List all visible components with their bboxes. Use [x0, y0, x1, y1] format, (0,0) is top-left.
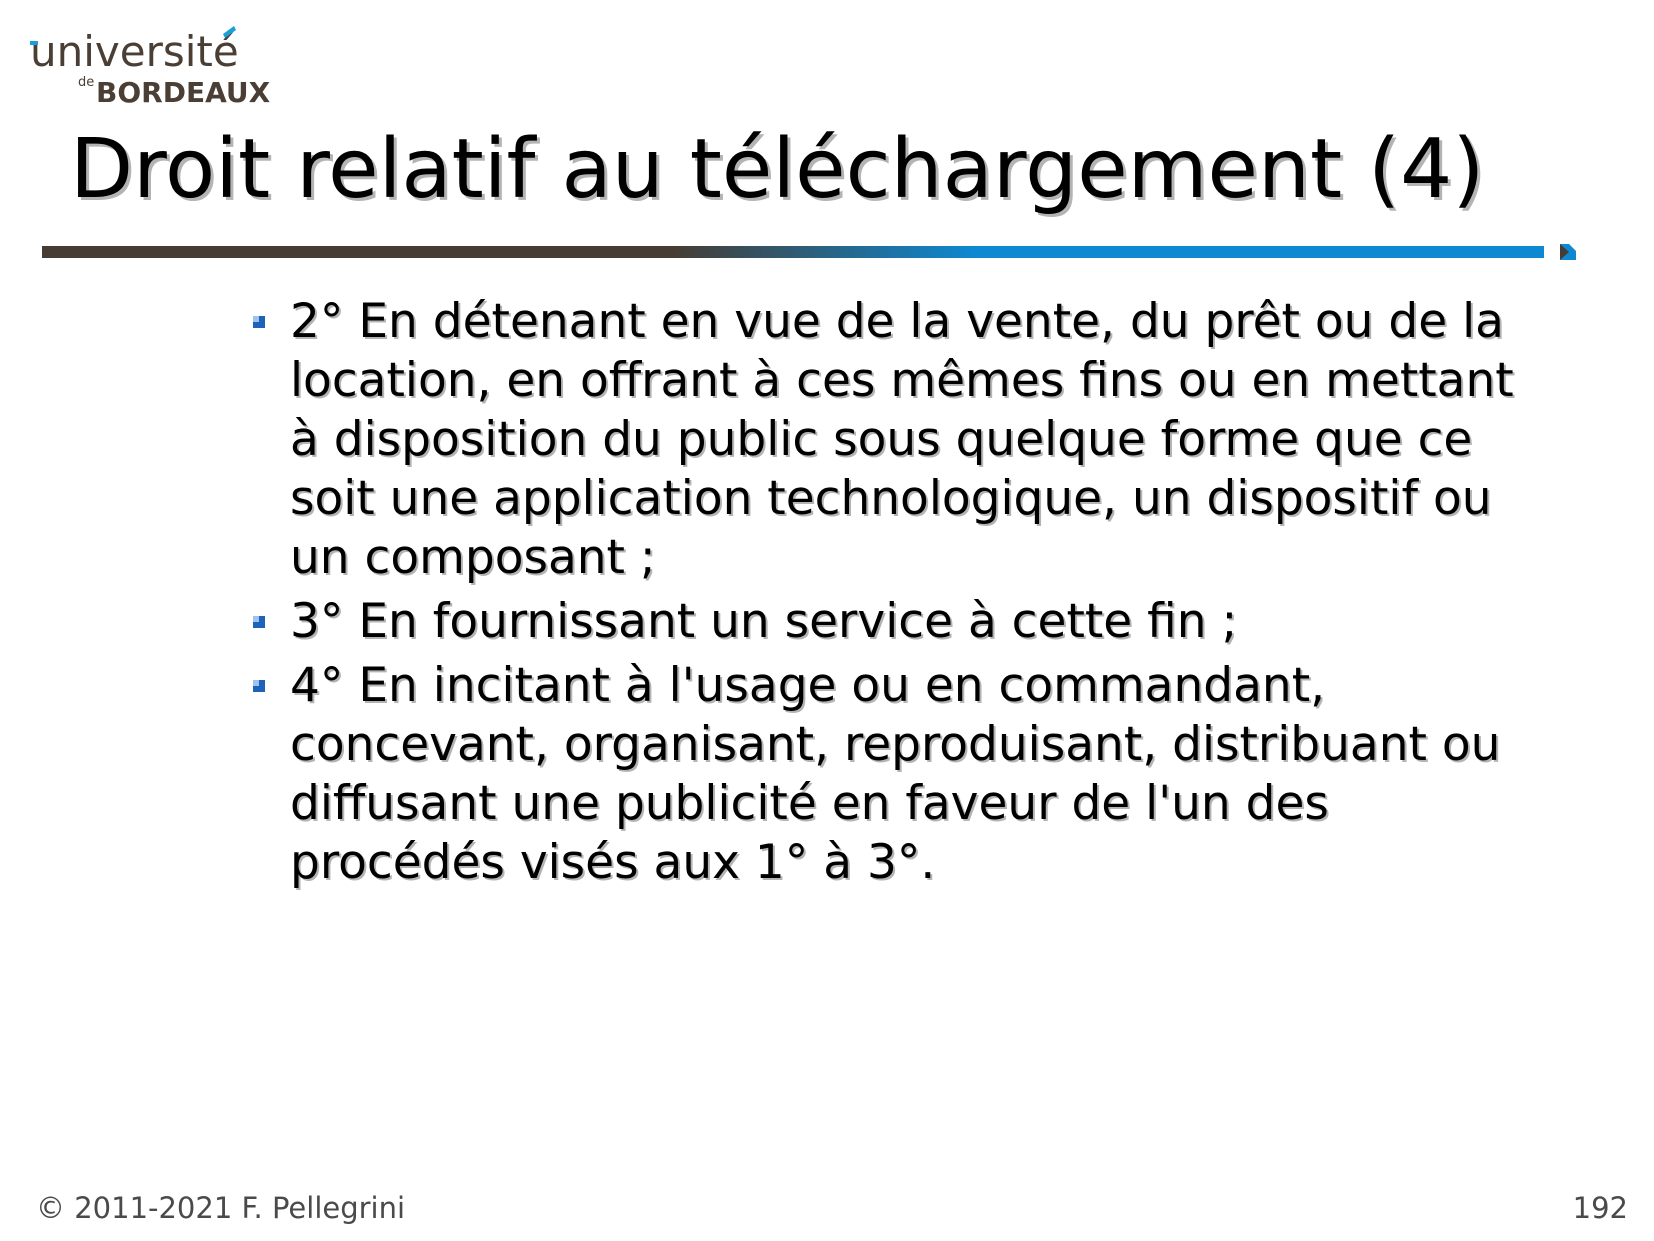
blue-square-bullet-icon — [252, 679, 266, 693]
list-item: 2° En détenant en vue de la vente, du pr… — [248, 292, 1548, 587]
bullet-text: 4° En incitant à l'usage ou en commandan… — [290, 658, 1501, 890]
slide-title: Droit relatif au téléchargement (4) — [70, 122, 1485, 217]
logo-accent-dot — [30, 41, 38, 45]
bullet-text: 2° En détenant en vue de la vente, du pr… — [290, 294, 1514, 585]
list-item: 4° En incitant à l'usage ou en commandan… — [248, 656, 1548, 892]
blue-square-bullet-icon — [252, 315, 266, 329]
bullet-list: 2° En détenant en vue de la vente, du pr… — [248, 292, 1548, 897]
logo-prefix-text: de — [78, 75, 94, 90]
university-logo: université de BORDEAUX — [30, 22, 280, 112]
footer-copyright: © 2011-2021 F. Pellegrini — [36, 1191, 406, 1225]
title-underline-rule — [42, 246, 1544, 258]
blue-square-bullet-icon — [252, 615, 266, 629]
list-item: 3° En fournissant un service à cette fin… — [248, 592, 1548, 651]
logo-university-text: université — [30, 27, 239, 76]
slide-corner-mark-icon — [1560, 244, 1576, 260]
page-number: 192 — [1572, 1191, 1628, 1225]
bullet-text: 3° En fournissant un service à cette fin… — [290, 594, 1238, 649]
logo-city-text: BORDEAUX — [96, 76, 271, 109]
